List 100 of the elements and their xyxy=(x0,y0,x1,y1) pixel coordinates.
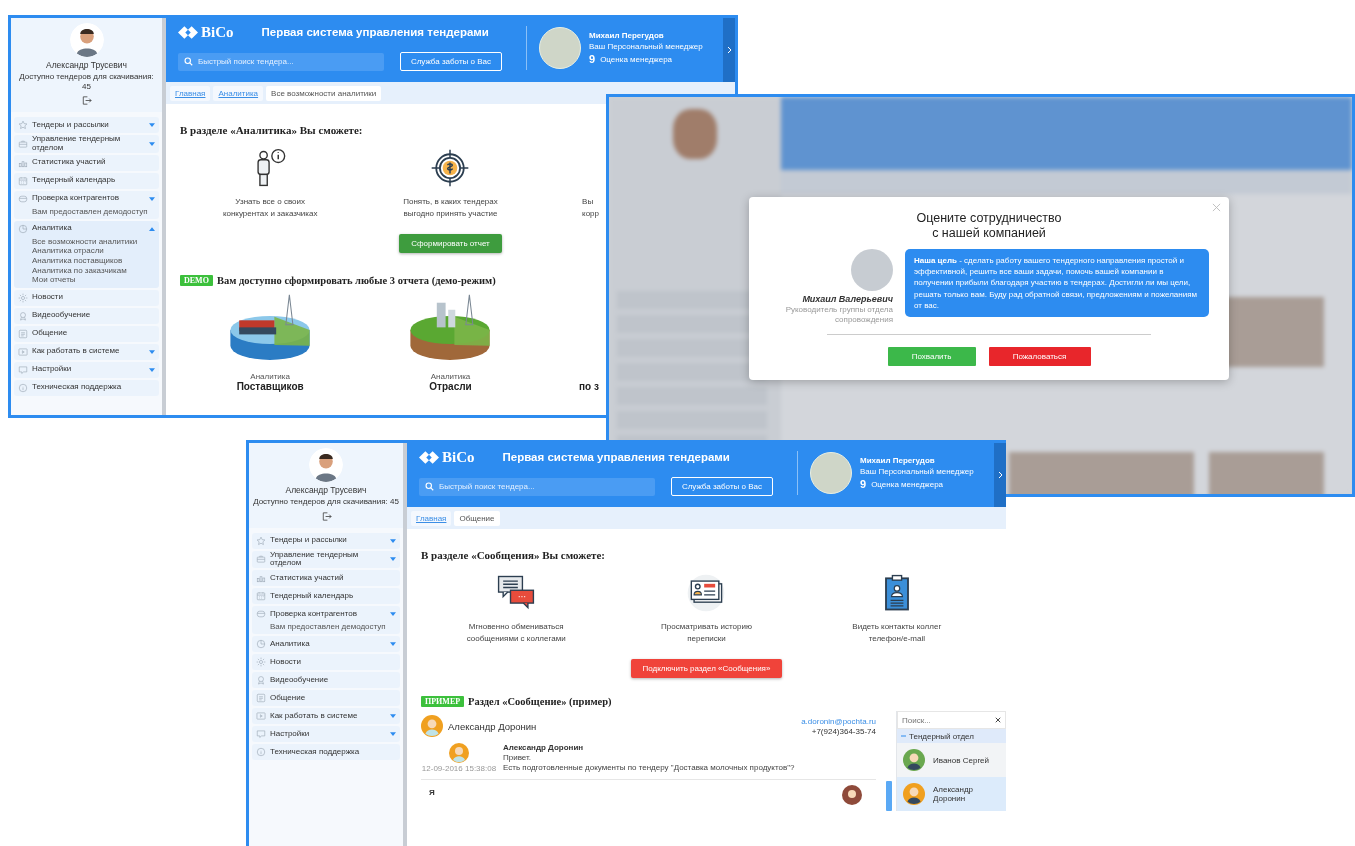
report-title: Отрасли xyxy=(429,381,472,392)
score-label: Оценка менеджера xyxy=(600,54,673,64)
section-heading: В разделе «Сообщения» Вы сможете: xyxy=(421,549,606,561)
briefcase-icon xyxy=(256,554,266,565)
report-caption: Аналитика xyxy=(250,372,290,381)
section-heading: В разделе «Аналитика» Вы сможете: xyxy=(180,124,364,136)
submenu-item[interactable]: Все возможности аналитики xyxy=(32,236,155,247)
play-icon xyxy=(18,346,28,357)
calendar-icon xyxy=(18,175,28,186)
caret-icon[interactable] xyxy=(390,642,396,647)
menu-item[interactable]: Видеообучение xyxy=(256,672,396,689)
menu-item[interactable]: Техническая поддержка xyxy=(256,744,396,761)
logout-icon[interactable] xyxy=(320,510,332,522)
caret-icon[interactable] xyxy=(149,226,155,231)
close-icon[interactable] xyxy=(995,717,1001,723)
submenu-item[interactable]: Аналитика отрасли xyxy=(32,246,155,256)
contact-item[interactable]: Иванов Сергей xyxy=(897,743,1006,777)
user-name: Александр Трусевич xyxy=(45,60,128,70)
bar-chart-icon xyxy=(256,573,266,584)
logo-text: BiCo xyxy=(201,23,234,41)
avatar-icon xyxy=(421,715,443,737)
manager-name: Михаил Перегудов xyxy=(860,456,936,465)
info-icon xyxy=(256,747,266,758)
submenu-item[interactable]: Аналитика по заказчикам xyxy=(32,265,155,276)
report-title: по з xyxy=(579,381,599,392)
menu-item[interactable]: Тендерный календарь xyxy=(18,172,155,189)
menu-item[interactable]: Управление тендерным отделом xyxy=(256,550,396,569)
photo-placeholder xyxy=(539,27,581,69)
menu-item[interactable]: Тендерный календарь xyxy=(256,588,396,605)
caret-icon[interactable] xyxy=(390,732,396,737)
caret-icon[interactable] xyxy=(149,123,155,128)
feature-text: Понять, в каких тендерах выгодно принять участие xyxy=(403,196,498,220)
menu-item[interactable]: Техническая поддержка xyxy=(18,379,155,396)
menu-item[interactable]: Аналитика xyxy=(18,220,155,237)
action-button[interactable]: Подключить раздел «Сообщения» xyxy=(630,659,783,678)
manager-role: Ваш Персональный менеджер xyxy=(860,467,974,476)
caret-icon[interactable] xyxy=(149,367,155,372)
breadcrumb-current[interactable]: Все возможности аналитики xyxy=(266,85,382,101)
calendar-icon xyxy=(256,591,266,602)
report-caption: Аналитика xyxy=(430,372,471,381)
breadcrumb-current[interactable]: Общение xyxy=(454,510,500,526)
feature-text: Вы корр xyxy=(582,196,599,220)
caret-icon[interactable] xyxy=(149,196,155,201)
avatar-icon xyxy=(309,448,343,482)
email-link[interactable]: a.doronin@pochta.ru xyxy=(801,716,876,726)
menu-item[interactable]: Как работать в системе xyxy=(18,343,155,360)
menu-item[interactable]: Общение xyxy=(18,325,155,342)
phone-number: +7(924)364-35-74 xyxy=(811,726,876,736)
search-field[interactable]: Быстрый поиск тендера... xyxy=(178,52,384,71)
contact-item[interactable]: Александр Доронин xyxy=(897,777,1006,811)
menu-item[interactable]: Статистика участий xyxy=(18,154,155,171)
briefcase-icon xyxy=(18,139,28,149)
caret-icon[interactable] xyxy=(149,349,155,354)
pie-chart-icon xyxy=(18,223,28,234)
submenu-item[interactable]: Аналитика поставщиков xyxy=(32,255,155,266)
menu-item[interactable]: Аналитика xyxy=(256,636,396,653)
caret-icon[interactable] xyxy=(390,612,396,617)
scrollbar[interactable] xyxy=(886,781,892,811)
star-icon xyxy=(18,120,28,131)
menu-item[interactable]: Проверка контрагентов xyxy=(18,190,155,207)
manager-name: Михаил Перегудов xyxy=(589,31,665,40)
complain-button[interactable]: Пожаловаться xyxy=(988,347,1091,367)
menu-item[interactable]: Тендеры и рассылки xyxy=(256,532,396,549)
star-icon xyxy=(256,535,266,546)
menu-note: Вам предоставлен демодоступ xyxy=(269,622,387,634)
report-title: Поставщиков xyxy=(236,381,304,392)
feature-text: Мгновенно обмениваться сообщениями с коллегами xyxy=(466,621,566,645)
menu-item[interactable]: Новости xyxy=(256,654,396,671)
person-role: Руководитель группы отдела сопровождения xyxy=(784,305,893,325)
submenu-item[interactable]: Мои отчеты xyxy=(32,275,155,285)
chevron-right-icon xyxy=(997,471,1003,479)
manager-score: 9 xyxy=(589,53,596,65)
menu-item[interactable]: Общение xyxy=(256,690,396,707)
avatar-icon xyxy=(69,23,104,57)
chevron-right-icon xyxy=(726,46,732,54)
caret-icon[interactable] xyxy=(390,714,396,719)
app-title: Первая система управления тендерами xyxy=(261,26,489,38)
menu-item[interactable]: Как работать в системе xyxy=(256,708,396,725)
section-heading: Вам доступно сформировать любые 3 отчета (демо-режим) xyxy=(216,275,496,286)
menu-item[interactable]: Тендеры и рассылки xyxy=(18,117,155,134)
medal-icon xyxy=(18,310,28,321)
search-field[interactable]: Быстрый поиск тендера... xyxy=(419,477,655,496)
menu-item[interactable]: Статистика участий xyxy=(256,570,396,587)
caret-icon[interactable] xyxy=(390,557,396,562)
app-title: Первая система управления тендерами xyxy=(502,451,730,463)
logout-icon[interactable] xyxy=(81,95,92,107)
menu-item[interactable]: Управление тендерным отделом xyxy=(18,135,155,153)
menu-item[interactable]: Видеообучение xyxy=(18,307,155,324)
contact-search-field[interactable]: Поиск... xyxy=(897,711,1006,729)
logo-icon xyxy=(178,25,198,39)
group-header[interactable]: Тендерный отдел xyxy=(897,729,1006,743)
caret-icon[interactable] xyxy=(390,538,396,543)
downloads-note: Доступно тендеров для скачивания: 45 xyxy=(253,497,399,507)
caret-icon[interactable] xyxy=(149,142,155,146)
photo-placeholder xyxy=(851,249,893,291)
menu-item[interactable]: Настройки xyxy=(256,726,396,743)
menu-item[interactable]: Настройки xyxy=(18,361,155,378)
menu-item[interactable]: Новости xyxy=(18,289,155,306)
message-author: Я xyxy=(429,788,435,797)
menu-item[interactable]: Проверка контрагентов xyxy=(256,606,396,623)
